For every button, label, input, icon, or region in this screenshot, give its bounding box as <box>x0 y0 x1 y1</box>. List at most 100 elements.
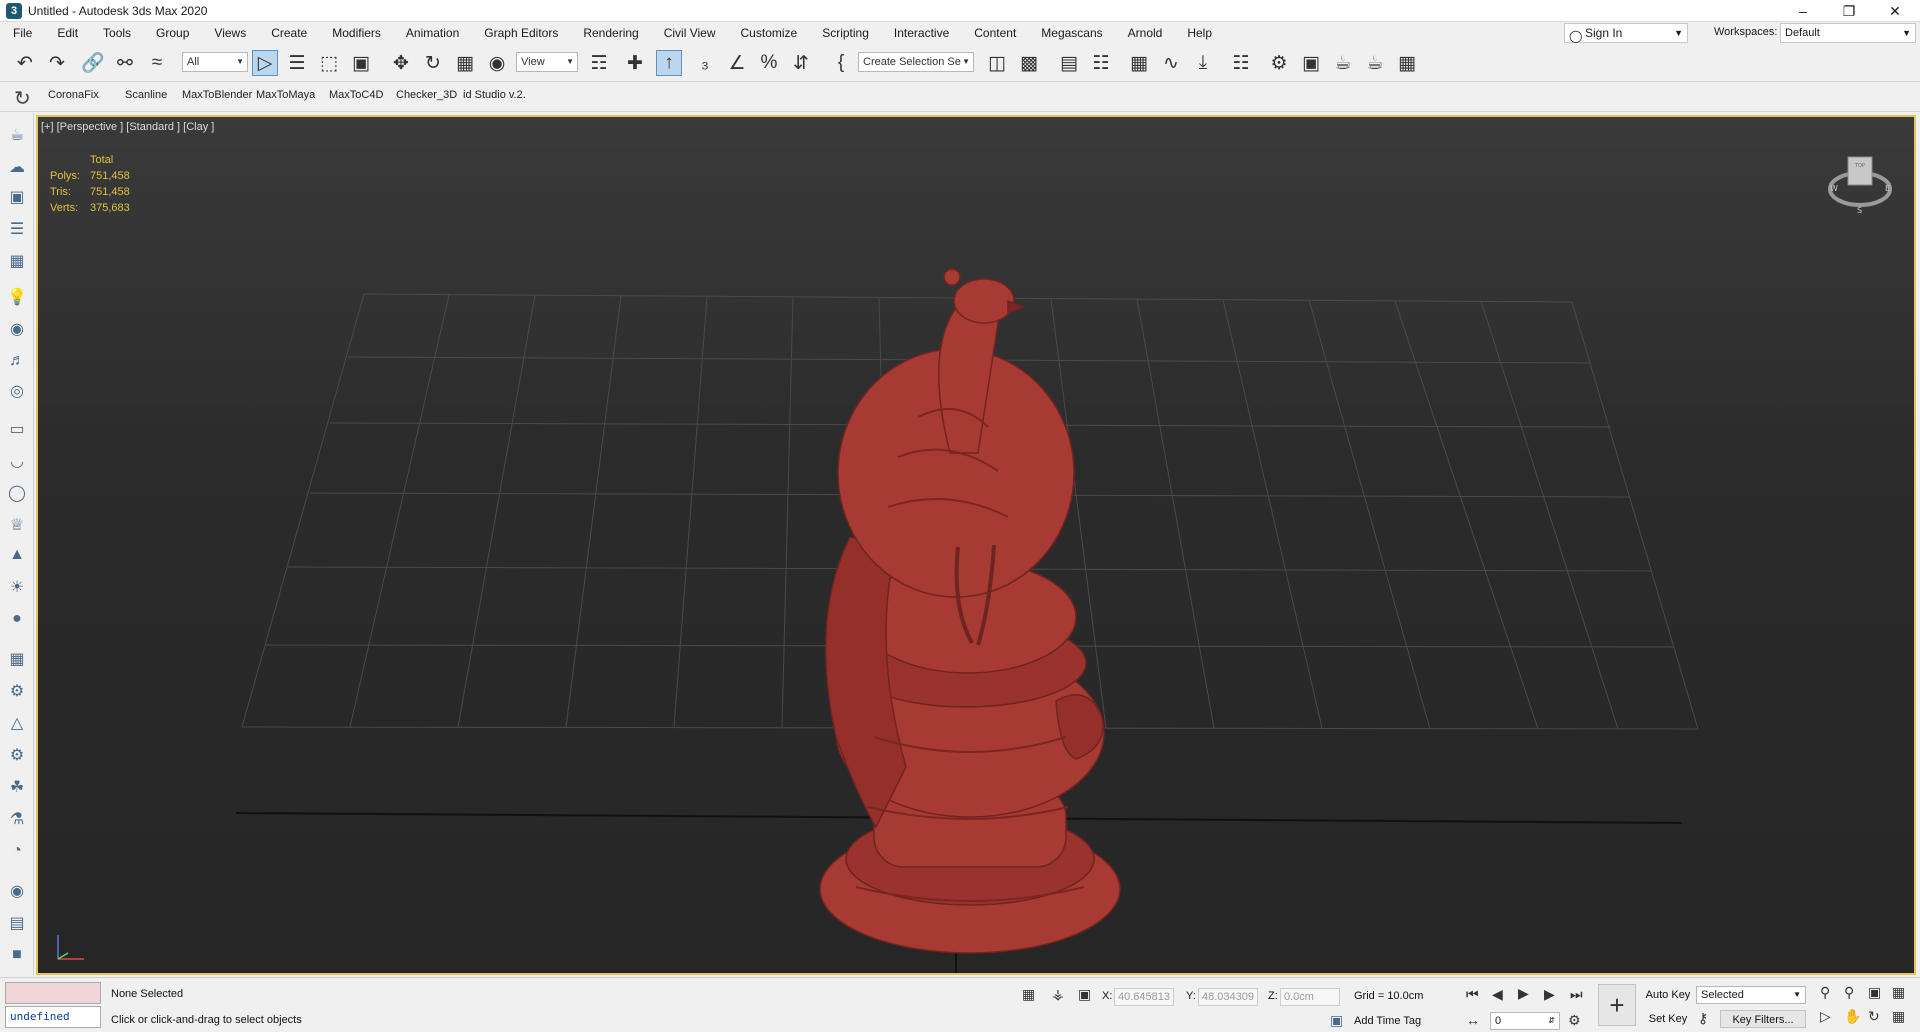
align-icon[interactable]: ▩ <box>1016 50 1042 76</box>
workspace-select[interactable]: Default ▼ <box>1780 23 1916 43</box>
sun-icon[interactable]: ☀ <box>5 575 29 599</box>
material-editor-icon[interactable]: ☷ <box>1228 50 1254 76</box>
grass-icon[interactable]: ☘ <box>5 775 29 799</box>
isolate-selection-icon[interactable]: ▦ <box>1022 986 1035 1003</box>
menu-help[interactable]: Help <box>1174 22 1224 44</box>
grid-pattern-icon[interactable]: ▦ <box>5 647 29 671</box>
place-icon[interactable]: ◉ <box>484 50 510 76</box>
previous-frame-icon[interactable]: ◀ <box>1492 986 1503 1003</box>
ball-icon[interactable]: ● <box>5 607 29 631</box>
zoom-extents-all-icon[interactable]: ▦ <box>1892 984 1905 1001</box>
viewport-label[interactable]: [+] [Perspective ] [Standard ] [Clay ] <box>41 121 214 133</box>
go-to-end-icon[interactable]: ⏭ <box>1570 986 1583 1003</box>
zoom-icon[interactable]: ⚲ <box>1820 984 1830 1001</box>
rotate-icon[interactable]: ↻ <box>420 50 446 76</box>
pivot-center-icon[interactable]: ☶ <box>586 50 612 76</box>
maxscript-icon[interactable]: ■ <box>5 943 29 967</box>
next-frame-icon[interactable]: ▶ <box>1544 986 1555 1003</box>
render-iterative-icon[interactable]: ☕ <box>1362 50 1388 76</box>
select-object-icon[interactable]: ▷ <box>252 50 278 76</box>
hemisphere-icon[interactable]: ◡ <box>5 449 29 473</box>
teapot-icon[interactable]: ☕ <box>5 123 29 147</box>
pyramid-icon[interactable]: △ <box>5 711 29 735</box>
plugin-maxtoc4d[interactable]: MaxToC4D <box>329 89 383 101</box>
plugin-maxtomaya[interactable]: MaxToMaya <box>256 89 315 101</box>
plugin-maxtoblender[interactable]: MaxToBlender <box>182 89 252 101</box>
percent-snap-icon[interactable]: % <box>756 50 782 76</box>
keyboard-shortcut-override-icon[interactable]: ↑ <box>656 50 682 76</box>
key-icon[interactable]: ⚷ <box>1698 1010 1708 1027</box>
table-icon[interactable]: ▦ <box>5 249 29 273</box>
maxscript-input[interactable]: undefined <box>5 1006 101 1028</box>
key-filters-button[interactable]: Key Filters... <box>1720 1010 1806 1028</box>
restore-icon[interactable]: ❐ <box>1826 0 1872 22</box>
key-mode-select[interactable]: Selected ▼ <box>1696 986 1806 1004</box>
plugin-checker-3d[interactable]: Checker_3D <box>396 89 457 101</box>
spinner-snap-icon[interactable]: ⇵ <box>788 50 814 76</box>
scale-icon[interactable]: ▦ <box>452 50 478 76</box>
z-coord-field[interactable]: 0.0cm <box>1280 988 1340 1006</box>
menu-interactive[interactable]: Interactive <box>881 22 961 44</box>
render-in-cloud-icon[interactable]: ▦ <box>1394 50 1420 76</box>
gear-icon[interactable]: ⚙ <box>5 743 29 767</box>
curve-editor-icon[interactable]: ∿ <box>1158 50 1184 76</box>
schematic-view-icon[interactable]: ⤓ <box>1190 50 1216 76</box>
video-camera-icon[interactable]: ◎ <box>5 379 29 403</box>
go-to-start-icon[interactable]: ⏮ <box>1466 986 1479 1003</box>
sound-icon[interactable]: ♬ <box>5 349 29 373</box>
angle-snap-icon[interactable]: ∠ <box>724 50 750 76</box>
render-production-icon[interactable]: ☕ <box>1330 50 1356 76</box>
redo-icon[interactable]: ↷ <box>44 50 70 76</box>
link-icon[interactable]: 🔗 <box>80 50 106 76</box>
menu-graph-editors[interactable]: Graph Editors <box>471 22 570 44</box>
field-of-view-icon[interactable]: ▷ <box>1820 1008 1831 1025</box>
select-by-name-icon[interactable]: ☰ <box>284 50 310 76</box>
light-bulb-icon[interactable]: 💡 <box>5 285 29 309</box>
time-tag-icon[interactable]: ▣ <box>1330 1012 1343 1029</box>
close-icon[interactable]: ✕ <box>1872 0 1918 22</box>
set-key-button[interactable]: Set Key <box>1642 1010 1694 1028</box>
lock-icon[interactable]: ⚶ <box>1052 986 1064 1003</box>
menu-views[interactable]: Views <box>201 22 258 44</box>
orbit-icon[interactable]: ↻ <box>1868 1008 1880 1025</box>
crown-icon[interactable]: ♕ <box>5 513 29 537</box>
molecule-icon[interactable]: ⚙ <box>5 679 29 703</box>
auto-key-button[interactable]: Auto Key <box>1642 986 1694 1004</box>
render-setup-icon[interactable]: ⚙ <box>1266 50 1292 76</box>
plugin-coronafix[interactable]: CoronaFix <box>48 89 99 101</box>
menu-modifiers[interactable]: Modifiers <box>319 22 393 44</box>
sign-in-dropdown[interactable]: ◯ Sign In ▼ <box>1564 23 1688 43</box>
selection-filter-select[interactable]: All ▼ <box>182 52 248 72</box>
toggle-ribbon-icon[interactable]: ▦ <box>1126 50 1152 76</box>
menu-content[interactable]: Content <box>961 22 1028 44</box>
cloud-icon[interactable]: ☁ <box>5 155 29 179</box>
menu-civil-view[interactable]: Civil View <box>651 22 728 44</box>
menu-create[interactable]: Create <box>258 22 319 44</box>
globe-icon[interactable]: ◉ <box>5 879 29 903</box>
hair-fur-icon[interactable]: ⚗ <box>5 807 29 831</box>
menu-customize[interactable]: Customize <box>728 22 810 44</box>
menu-edit[interactable]: Edit <box>44 22 90 44</box>
menu-animation[interactable]: Animation <box>393 22 471 44</box>
x-coord-field[interactable]: 40.645813 <box>1114 988 1174 1006</box>
menu-tools[interactable]: Tools <box>90 22 143 44</box>
move-icon[interactable]: ✥ <box>388 50 414 76</box>
zoom-all-icon[interactable]: ⚲ <box>1844 984 1854 1001</box>
rendered-frame-window-icon[interactable]: ▣ <box>1298 50 1324 76</box>
plugin-scanline[interactable]: Scanline <box>125 89 167 101</box>
menu-file[interactable]: File <box>0 22 44 44</box>
maxscript-listener[interactable] <box>5 982 101 1004</box>
y-coord-field[interactable]: 48.034309 <box>1198 988 1258 1006</box>
plugin-id-studio[interactable]: id Studio v.2. <box>463 89 531 101</box>
minimize-icon[interactable]: – <box>1780 0 1826 22</box>
zoom-extents-icon[interactable]: ▣ <box>1868 984 1881 1001</box>
play-icon[interactable]: ▶ <box>1518 985 1529 1002</box>
bind-space-warp-icon[interactable]: ≈ <box>144 50 170 76</box>
edit-named-selection-icon[interactable]: { <box>828 50 854 76</box>
menu-scripting[interactable]: Scripting <box>809 22 881 44</box>
key-mode-toggle-icon[interactable]: ↔ <box>1466 1012 1480 1028</box>
add-time-tag[interactable]: Add Time Tag <box>1354 1015 1421 1027</box>
maximize-viewport-icon[interactable]: ▦ <box>1892 1008 1905 1025</box>
refresh-icon[interactable]: ↻ <box>14 86 31 111</box>
absolute-mode-icon[interactable]: ▣ <box>1078 986 1091 1003</box>
